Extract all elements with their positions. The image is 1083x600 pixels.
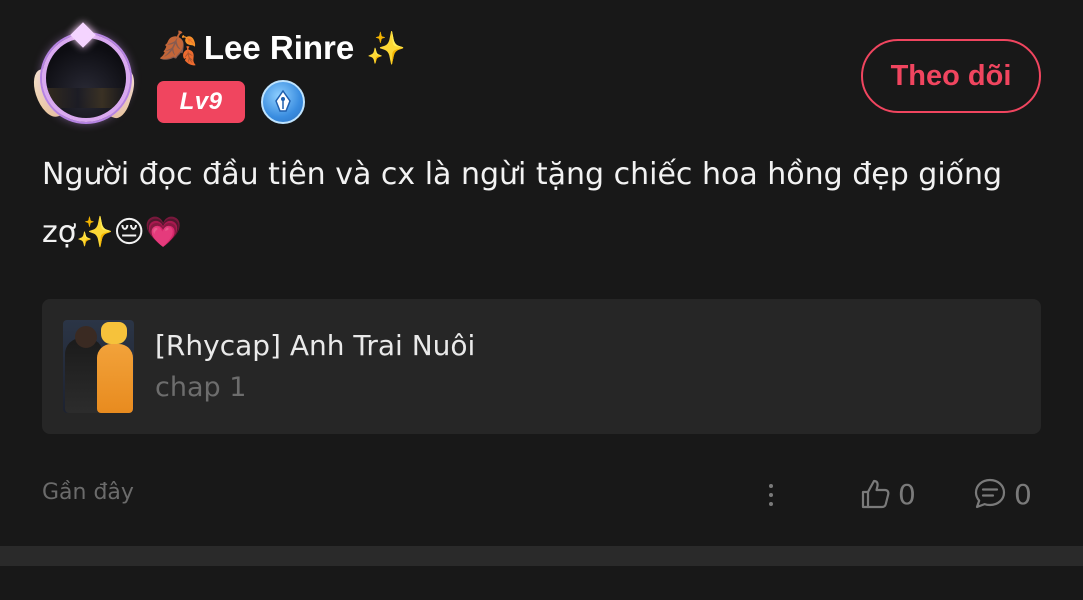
reply-count: 0 <box>1014 477 1032 511</box>
next-post-area <box>0 566 1083 600</box>
user-avatar[interactable] <box>28 22 140 124</box>
section-divider <box>0 546 1083 566</box>
like-button[interactable]: 0 <box>858 476 916 512</box>
more-options-icon[interactable] <box>760 478 782 512</box>
comment-bubble-icon <box>974 478 1006 509</box>
story-chapter: chap 1 <box>155 372 247 403</box>
follow-button[interactable]: Theo dõi <box>861 39 1041 113</box>
story-card[interactable]: [Rhycap] Anh Trai Nuôi chap 1 <box>42 299 1041 434</box>
thumbs-up-icon <box>861 479 890 509</box>
reply-button[interactable]: 0 <box>972 476 1032 512</box>
sparkle-emoji: ✨ <box>366 29 407 67</box>
pen-nib-icon <box>261 80 305 124</box>
username-row: 🍂 Lee Rinre ✨ <box>158 26 406 70</box>
avatar-image <box>42 34 130 122</box>
leaf-emoji: 🍂 <box>158 29 198 67</box>
comment-post: 🍂 Lee Rinre ✨ Lv9 Theo dõi Người đọc đầu… <box>0 0 1083 546</box>
comment-timestamp: Gần đây <box>42 480 134 505</box>
user-badges: Lv9 <box>157 80 305 124</box>
story-title: [Rhycap] Anh Trai Nuôi <box>155 329 476 362</box>
story-cover-image <box>63 320 134 413</box>
username[interactable]: Lee Rinre <box>204 29 354 67</box>
comment-text: Người đọc đầu tiên và cx là ngừi tặng ch… <box>42 157 1003 250</box>
like-count: 0 <box>898 477 916 511</box>
level-badge: Lv9 <box>157 81 245 123</box>
